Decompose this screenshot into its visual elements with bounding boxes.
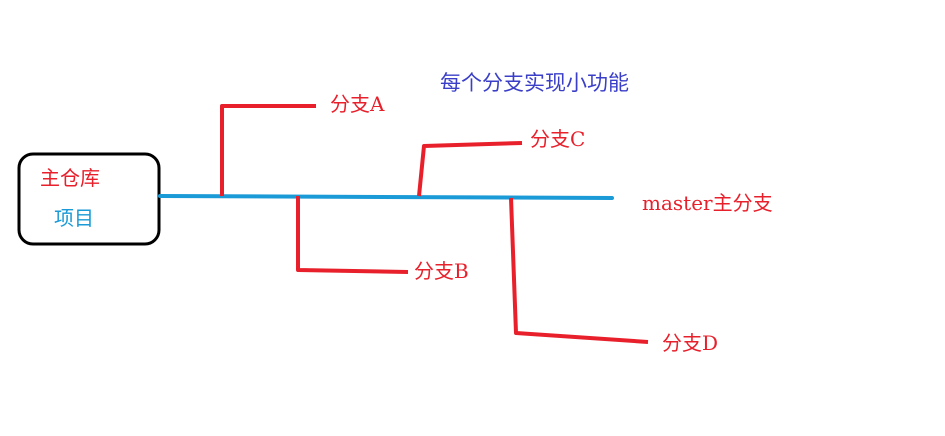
- branch-a-line: [220, 104, 316, 196]
- git-branch-diagram: 每个分支实现小功能 主仓库 项目 master主分支 分支A 分支B 分支C 分…: [17, 71, 773, 355]
- branch-c-label: 分支C: [530, 127, 585, 151]
- diagram-title: 每个分支实现小功能: [440, 71, 629, 95]
- master-branch-label: master主分支: [642, 191, 773, 215]
- branch-d-line: [509, 197, 649, 344]
- master-branch-line: [158, 194, 614, 200]
- project-label: 项目: [54, 206, 94, 230]
- branch-b-line: [296, 196, 409, 274]
- branch-c-line: [417, 141, 523, 197]
- branch-b-label: 分支B: [414, 259, 469, 283]
- branch-a-label: 分支A: [330, 92, 385, 116]
- branch-d-label: 分支D: [662, 331, 718, 355]
- main-repo-label: 主仓库: [40, 166, 100, 190]
